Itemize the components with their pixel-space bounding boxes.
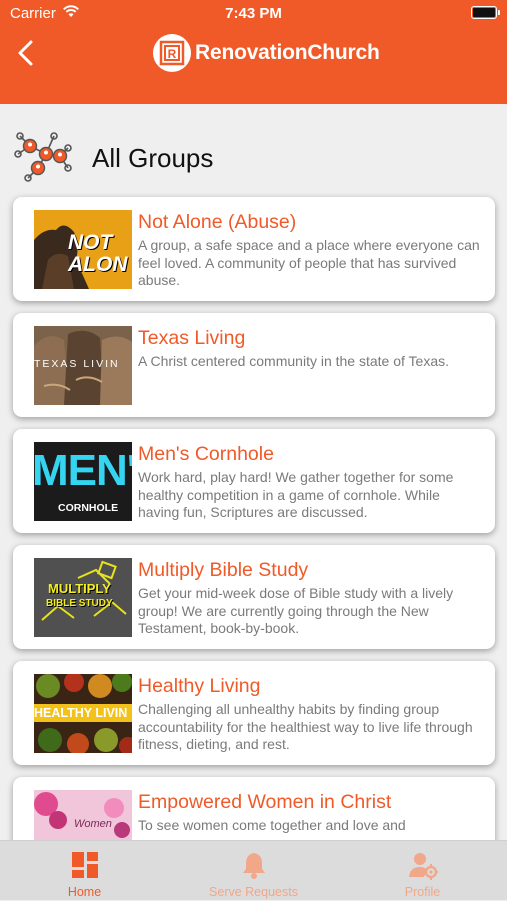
page-title-row: All Groups [14,128,494,186]
silhouette-image: NOT ALON [34,210,132,289]
group-title: Healthy Living [138,675,261,697]
cornhole-image: MEN'S CORNHOLE [34,442,132,521]
page-title: All Groups [92,143,214,173]
tab-bar: Home Serve Requests Profile [0,840,507,900]
group-title: Texas Living [138,327,246,349]
group-title: Not Alone (Abuse) [138,211,297,233]
battery-icon [471,6,500,19]
group-description: Work hard, play hard! We gather together… [138,469,454,520]
app-header: Carrier 7:43 PM R RenovationChurch [0,0,507,104]
tab-home[interactable]: Home [0,841,169,901]
group-card-not-alone[interactable]: NOT ALON Not Alone (Abuse) A group, a sa… [13,197,495,301]
group-description: Get your mid-week dose of Bible study wi… [138,585,454,636]
group-description: A group, a safe space and a place where … [138,237,480,288]
group-description: A Christ centered community in the state… [138,353,450,369]
tab-label: Serve Requests [209,885,298,899]
group-card-mens-cornhole[interactable]: MEN'S CORNHOLE Men's Cornhole Work hard,… [13,429,495,533]
logo-mark-icon: R [153,34,191,72]
back-button[interactable] [12,38,40,68]
home-grid-icon [72,852,98,878]
tab-serve-requests[interactable]: Serve Requests [169,841,338,901]
svg-text:R: R [168,47,177,61]
tab-profile[interactable]: Profile [338,841,507,901]
status-bar: Carrier 7:43 PM [0,0,507,28]
clock: 7:43 PM [225,5,282,22]
logo-text: RenovationChurch [195,41,380,64]
group-title: Empowered Women in Christ [138,791,392,813]
group-description: Challenging all unhealthy habits by find… [138,701,473,752]
group-title: Men's Cornhole [138,443,274,465]
group-card-multiply-bible-study[interactable]: MULTIPLY BIBLE STUDY Multiply Bible Stud… [13,545,495,649]
group-description: To see women come together and love and [138,817,406,833]
group-card-texas-living[interactable]: TEXAS LIVIN Texas Living A Christ center… [13,313,495,417]
groups-network-icon [14,132,72,182]
group-title: Multiply Bible Study [138,559,309,581]
bell-icon [243,853,265,879]
bible-study-image: MULTIPLY BIBLE STUDY [34,558,132,637]
church-logo: R RenovationChurch [153,33,380,73]
tab-label: Profile [404,885,441,899]
vegetables-image: HEALTHY LIVIN [34,674,132,753]
profile-gear-icon [409,853,438,880]
tab-label: Home [67,885,102,899]
group-card-healthy-living[interactable]: HEALTHY LIVIN Healthy Living Challenging… [13,661,495,765]
cowboy-boots-image: TEXAS LIVIN [34,326,132,405]
